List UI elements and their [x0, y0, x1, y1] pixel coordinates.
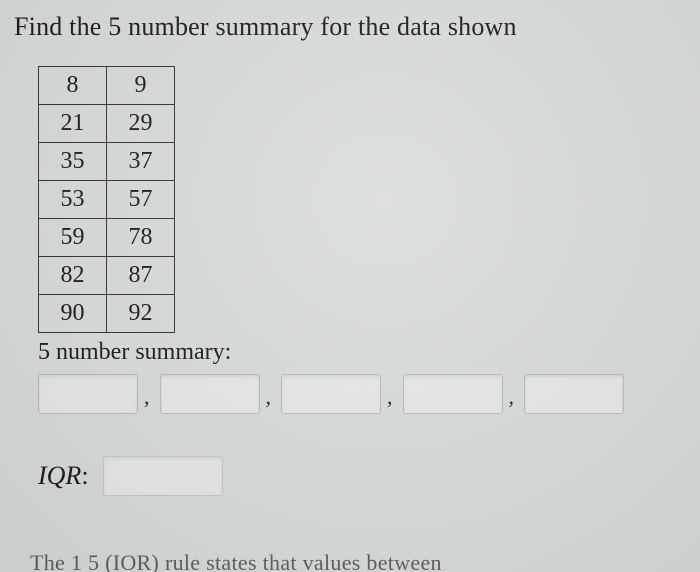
table-cell: 53 — [39, 181, 107, 219]
table-cell: 82 — [39, 257, 107, 295]
min-input[interactable] — [38, 374, 138, 414]
table-cell: 59 — [39, 219, 107, 257]
table-row: 21 29 — [39, 105, 175, 143]
table-cell: 35 — [39, 143, 107, 181]
table-cell: 29 — [107, 105, 175, 143]
question-text: Find the 5 number summary for the data s… — [14, 12, 686, 42]
iqr-colon: : — [81, 461, 88, 490]
cutoff-text: The 1 5 (IOR) rule states that values be… — [30, 550, 690, 572]
five-number-summary-inputs: , , , , — [38, 374, 686, 414]
summary-label: 5 number summary: — [38, 339, 686, 366]
iqr-input[interactable] — [103, 456, 223, 496]
table-cell: 9 — [107, 67, 175, 105]
table-cell: 37 — [107, 143, 175, 181]
q3-input[interactable] — [403, 374, 503, 414]
table-cell: 92 — [107, 295, 175, 333]
table-cell: 57 — [107, 181, 175, 219]
table-row: 8 9 — [39, 67, 175, 105]
table-row: 53 57 — [39, 181, 175, 219]
table-row: 82 87 — [39, 257, 175, 295]
iqr-row: IQR: — [38, 456, 686, 496]
table-cell: 90 — [39, 295, 107, 333]
separator: , — [144, 384, 150, 410]
table-row: 90 92 — [39, 295, 175, 333]
table-cell: 78 — [107, 219, 175, 257]
separator: , — [509, 384, 515, 410]
max-input[interactable] — [524, 374, 624, 414]
table-row: 35 37 — [39, 143, 175, 181]
table-row: 59 78 — [39, 219, 175, 257]
separator: , — [387, 384, 393, 410]
median-input[interactable] — [281, 374, 381, 414]
table-cell: 21 — [39, 105, 107, 143]
data-table: 8 9 21 29 35 37 53 57 59 78 82 87 90 92 — [38, 66, 175, 333]
table-cell: 87 — [107, 257, 175, 295]
iqr-label-text: IQR — [38, 461, 81, 490]
iqr-label: IQR: — [38, 461, 89, 491]
table-cell: 8 — [39, 67, 107, 105]
separator: , — [266, 384, 272, 410]
q1-input[interactable] — [160, 374, 260, 414]
